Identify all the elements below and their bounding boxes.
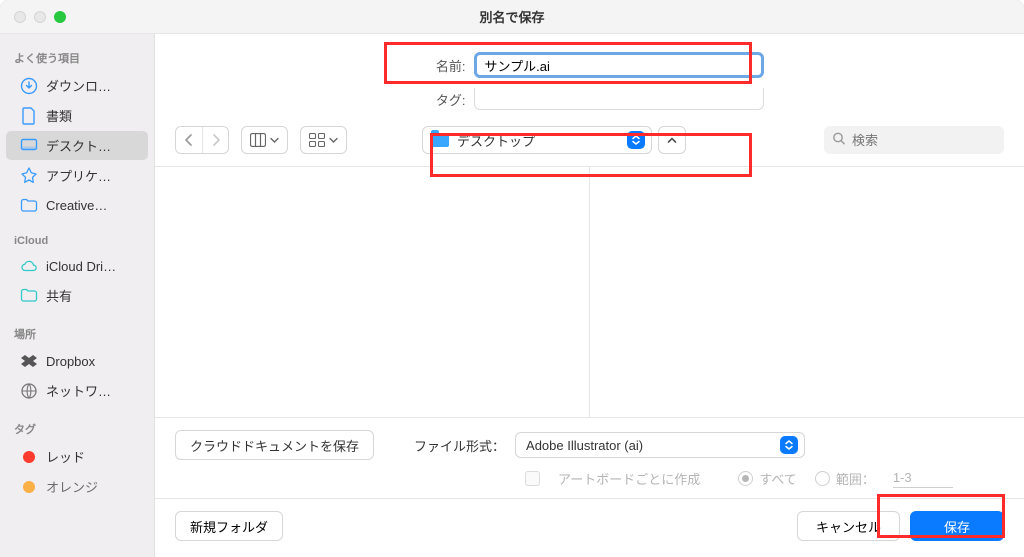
dropbox-icon bbox=[20, 352, 38, 370]
format-select[interactable]: Adobe Illustrator (ai) bbox=[515, 432, 805, 458]
shared-folder-icon bbox=[20, 287, 38, 305]
columns-icon bbox=[250, 133, 266, 147]
format-value: Adobe Illustrator (ai) bbox=[526, 438, 643, 453]
sidebar-tag-orange[interactable]: オレンジ bbox=[6, 472, 148, 501]
tag-dot-icon bbox=[20, 478, 38, 496]
filename-input[interactable] bbox=[474, 52, 764, 78]
save-button[interactable]: 保存 bbox=[910, 511, 1004, 541]
options-pane: クラウドドキュメントを保存 ファイル形式： Adobe Illustrator … bbox=[155, 417, 1024, 498]
cloud-icon bbox=[20, 257, 38, 275]
location-select[interactable]: デスクトップ bbox=[422, 126, 652, 154]
sidebar-item-label: デスクト… bbox=[46, 136, 111, 155]
network-icon bbox=[20, 382, 38, 400]
search-input[interactable] bbox=[824, 126, 1004, 154]
sidebar-item-shared[interactable]: 共有 bbox=[6, 281, 148, 310]
group-icon bbox=[309, 133, 325, 147]
search-icon bbox=[832, 132, 846, 149]
document-icon bbox=[20, 107, 38, 125]
sidebar-item-label: レッド bbox=[46, 447, 85, 466]
folder-icon bbox=[20, 196, 38, 214]
sidebar-item-label: Creative… bbox=[46, 198, 107, 213]
sidebar-item-label: ネットワ… bbox=[46, 381, 111, 400]
sidebar-item-dropbox[interactable]: Dropbox bbox=[6, 347, 148, 375]
radio-range-label: 範囲： bbox=[836, 469, 875, 488]
nav-back-button[interactable] bbox=[176, 127, 202, 153]
chevron-down-icon bbox=[329, 137, 338, 144]
applications-icon bbox=[20, 167, 38, 185]
radio-range bbox=[815, 471, 830, 486]
collapse-button[interactable] bbox=[658, 126, 686, 154]
sidebar-item-label: iCloud Dri… bbox=[46, 259, 116, 274]
file-browser[interactable] bbox=[155, 167, 1024, 417]
download-icon bbox=[20, 77, 38, 95]
chevron-down-icon bbox=[270, 137, 279, 144]
range-input bbox=[893, 468, 953, 488]
sidebar-item-icloud-drive[interactable]: iCloud Dri… bbox=[6, 252, 148, 280]
dropdown-handle-icon bbox=[780, 436, 798, 454]
new-folder-button[interactable]: 新規フォルダ bbox=[175, 511, 283, 541]
folder-icon bbox=[431, 133, 449, 147]
view-mode-button[interactable] bbox=[241, 126, 288, 154]
sidebar-item-label: ダウンロ… bbox=[46, 76, 111, 95]
nav-buttons bbox=[175, 126, 229, 154]
location-label: デスクトップ bbox=[457, 131, 535, 150]
sidebar-item-downloads[interactable]: ダウンロ… bbox=[6, 71, 148, 100]
tags-header: タグ bbox=[0, 415, 154, 441]
sidebar-item-label: オレンジ bbox=[46, 477, 98, 496]
sidebar-item-desktop[interactable]: デスクト… bbox=[6, 131, 148, 160]
browser-column bbox=[155, 167, 589, 417]
tags-row: タグ: bbox=[155, 84, 1024, 114]
dropdown-handle-icon bbox=[627, 131, 645, 149]
radio-all bbox=[738, 471, 753, 486]
browser-column bbox=[589, 167, 1024, 417]
per-artboard-checkbox bbox=[525, 471, 540, 486]
footer: 新規フォルダ キャンセル 保存 bbox=[155, 498, 1024, 557]
sidebar-tag-red[interactable]: レッド bbox=[6, 442, 148, 471]
desktop-icon bbox=[20, 137, 38, 155]
sidebar-item-applications[interactable]: アプリケ… bbox=[6, 161, 148, 190]
titlebar: 別名で保存 bbox=[0, 0, 1024, 34]
radio-all-label: すべて bbox=[759, 469, 797, 488]
chevron-up-icon bbox=[667, 136, 677, 144]
group-button[interactable] bbox=[300, 126, 347, 154]
location-wrap: デスクトップ bbox=[422, 126, 686, 154]
sidebar-item-label: アプリケ… bbox=[46, 166, 111, 185]
sidebar-item-label: Dropbox bbox=[46, 354, 95, 369]
per-artboard-label: アートボードごとに作成 bbox=[558, 469, 700, 488]
tags-label: タグ: bbox=[416, 90, 466, 109]
locations-header: 場所 bbox=[0, 320, 154, 346]
favorites-header: よく使う項目 bbox=[0, 44, 154, 70]
icloud-header: iCloud bbox=[0, 229, 154, 251]
nav-forward-button[interactable] bbox=[202, 127, 228, 153]
sidebar-item-network[interactable]: ネットワ… bbox=[6, 376, 148, 405]
sidebar-item-label: 書類 bbox=[46, 106, 72, 125]
save-cloud-button[interactable]: クラウドドキュメントを保存 bbox=[175, 430, 374, 460]
tags-input[interactable] bbox=[474, 88, 764, 110]
tag-dot-icon bbox=[20, 448, 38, 466]
sidebar-item-documents[interactable]: 書類 bbox=[6, 101, 148, 130]
search-box bbox=[824, 126, 1004, 154]
sidebar-item-creative[interactable]: Creative… bbox=[6, 191, 148, 219]
sidebar: よく使う項目 ダウンロ… 書類 デスクト… bbox=[0, 34, 155, 557]
name-label: 名前: bbox=[416, 56, 466, 75]
name-row: 名前: bbox=[155, 48, 1024, 82]
toolbar: デスクトップ bbox=[155, 114, 1024, 167]
window-title: 別名で保存 bbox=[0, 7, 1024, 26]
save-dialog-window: 別名で保存 よく使う項目 ダウンロ… 書類 デスクト… bbox=[0, 0, 1024, 557]
sidebar-item-label: 共有 bbox=[46, 286, 72, 305]
main-pane: 名前: タグ: bbox=[155, 34, 1024, 557]
format-label: ファイル形式： bbox=[414, 436, 505, 455]
cancel-button[interactable]: キャンセル bbox=[797, 511, 900, 541]
